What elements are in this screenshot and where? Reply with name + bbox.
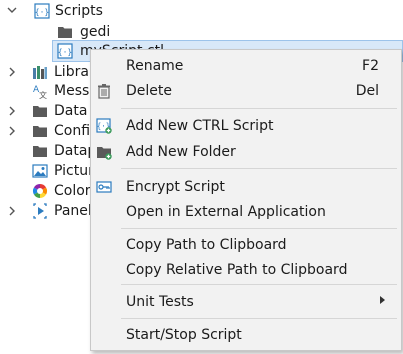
menu-item-unit-tests[interactable]: Unit Tests [91, 290, 401, 314]
panels-icon [32, 203, 48, 219]
chevron-right-icon[interactable] [6, 125, 18, 137]
menu-item-shortcut: Del [355, 83, 379, 99]
trash-icon [96, 83, 112, 99]
script-file-icon: {·} [57, 43, 73, 59]
add-folder-icon [96, 144, 112, 160]
svg-text:{·}: {·} [58, 48, 72, 57]
menu-separator [121, 318, 397, 319]
menu-item-rename[interactable]: Rename F2 [91, 54, 401, 78]
context-menu: Rename F2 Delete Del {·} Add New CTRL Sc… [90, 49, 402, 351]
chevron-right-icon[interactable] [6, 105, 18, 117]
menu-separator [121, 228, 397, 229]
add-script-icon: {·} [96, 118, 112, 134]
menu-item-label: Add New Folder [126, 144, 236, 160]
svg-text:文: 文 [39, 90, 47, 99]
menu-item-encrypt-script[interactable]: Encrypt Script [91, 175, 401, 199]
menu-item-label: Add New CTRL Script [126, 118, 274, 134]
menu-item-label: Delete [126, 83, 172, 99]
menu-item-add-folder[interactable]: Add New Folder [91, 140, 401, 164]
menu-item-delete[interactable]: Delete Del [91, 79, 401, 103]
script-folder-icon: {·} [34, 3, 50, 19]
menu-item-shortcut: F2 [362, 58, 379, 74]
tree-item-label: gedi [80, 24, 111, 40]
folder-icon [32, 143, 48, 159]
menu-item-label: Rename [126, 58, 184, 74]
pictures-icon [32, 163, 48, 179]
menu-item-copy-path[interactable]: Copy Path to Clipboard [91, 233, 401, 257]
folder-icon [32, 123, 48, 139]
menu-item-label: Copy Relative Path to Clipboard [126, 262, 348, 278]
folder-icon [32, 103, 48, 119]
messages-icon: A文 [32, 83, 48, 100]
menu-item-label: Start/Stop Script [126, 327, 242, 343]
tree-item-label: Scripts [55, 3, 103, 19]
submenu-arrow-icon [380, 296, 385, 304]
chevron-right-icon[interactable] [6, 66, 18, 78]
menu-separator [121, 168, 397, 169]
menu-item-label: Unit Tests [126, 294, 194, 310]
tree-item-label: Data [54, 103, 88, 119]
encrypt-icon [96, 179, 112, 195]
menu-item-label: Open in External Application [126, 204, 326, 220]
menu-item-open-external[interactable]: Open in External Application [91, 200, 401, 224]
menu-item-label: Copy Path to Clipboard [126, 237, 287, 253]
svg-text:{·}: {·} [35, 8, 49, 17]
menu-separator [121, 284, 397, 285]
chevron-right-icon[interactable] [6, 205, 18, 217]
chevron-down-icon[interactable] [6, 4, 18, 16]
menu-item-copy-relative-path[interactable]: Copy Relative Path to Clipboard [91, 258, 401, 282]
menu-item-start-stop-script[interactable]: Start/Stop Script [91, 323, 401, 347]
libraries-icon [32, 64, 48, 80]
menu-item-label: Encrypt Script [126, 179, 225, 195]
folder-icon [57, 24, 73, 40]
menu-item-add-ctrl-script[interactable]: {·} Add New CTRL Script [91, 114, 401, 138]
colors-icon [32, 183, 48, 199]
menu-separator [121, 108, 397, 109]
